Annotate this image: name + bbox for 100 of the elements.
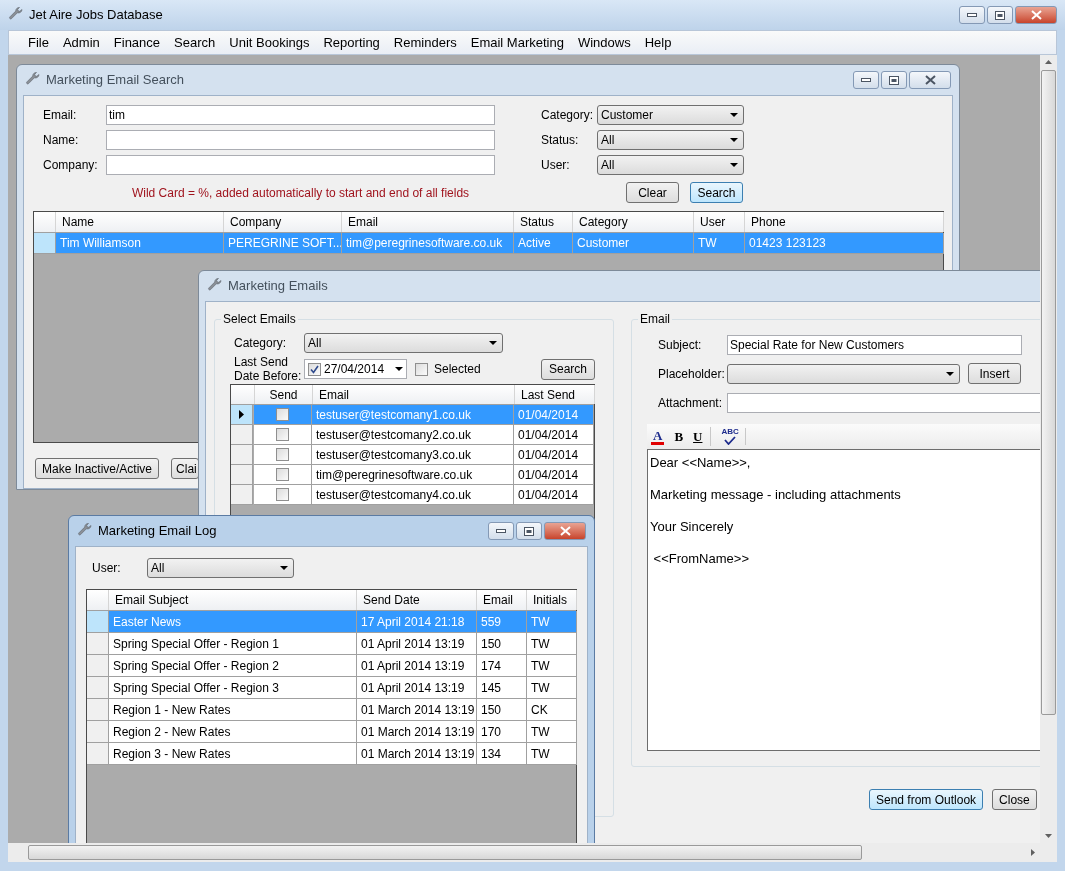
button[interactable]: Clear (626, 182, 679, 203)
button[interactable]: Insert (968, 363, 1021, 384)
column-header[interactable]: Status (514, 212, 573, 232)
minimize-button[interactable] (959, 6, 985, 24)
caret-icon (395, 367, 403, 371)
dropdown[interactable]: All (597, 155, 744, 175)
minimize-button[interactable] (488, 522, 514, 540)
close-icon (559, 526, 571, 536)
column-header[interactable]: Send (255, 385, 313, 404)
checkbox[interactable] (276, 408, 289, 421)
close-button[interactable] (909, 71, 951, 89)
menu-item[interactable]: Finance (106, 32, 168, 53)
message-line: Your Sincerely (650, 518, 735, 536)
dropdown[interactable]: All (597, 130, 744, 150)
table-cell: testuser@testcomany2.co.uk (312, 425, 514, 445)
column-header[interactable]: Email (313, 385, 515, 404)
dropdown[interactable]: Customer (597, 105, 744, 125)
button[interactable]: Send from Outlook (869, 789, 984, 810)
table-cell: TW (527, 677, 577, 699)
table-cell: testuser@testcomany1.co.uk (312, 405, 514, 425)
button[interactable]: Search (690, 182, 743, 203)
column-header[interactable]: Email Subject (109, 590, 357, 610)
input-field[interactable]: tim (106, 105, 495, 125)
caret-icon (730, 113, 738, 117)
button[interactable]: Close (992, 789, 1037, 810)
column-header[interactable]: User (694, 212, 745, 232)
font-color-button[interactable]: A (651, 428, 665, 445)
menu-item[interactable]: Email Marketing (463, 32, 571, 53)
checkbox[interactable] (276, 428, 289, 441)
button[interactable]: Clai (171, 458, 200, 479)
checkbox[interactable] (276, 468, 289, 481)
field-label: User: (92, 560, 122, 577)
scroll-up-icon (1045, 60, 1052, 64)
input-field[interactable] (106, 130, 495, 150)
window-title: Marketing Email Log (98, 522, 217, 541)
message-line: Marketing message - including attachments (650, 486, 902, 504)
column-header[interactable]: Name (56, 212, 224, 232)
restore-button[interactable] (881, 71, 907, 89)
menu-item[interactable]: Admin (55, 32, 107, 53)
checkbox[interactable] (276, 488, 289, 501)
table-cell: 01 March 2014 13:19 (357, 699, 477, 721)
group-title: Email (639, 311, 671, 328)
column-header[interactable]: Email (342, 212, 514, 232)
date-picker[interactable]: 27/04/2014 (304, 359, 407, 379)
scroll-thumb[interactable] (1041, 70, 1056, 715)
table-cell: PEREGRINE SOFT... (224, 233, 342, 254)
bold-button[interactable]: B (674, 426, 684, 447)
checkbox[interactable] (276, 448, 289, 461)
column-header[interactable]: Send Date (357, 590, 477, 610)
column-header[interactable]: Email (477, 590, 527, 610)
input-field[interactable]: Special Rate for New Customers (727, 335, 1022, 355)
close-button[interactable] (1015, 6, 1057, 24)
dropdown[interactable] (727, 363, 960, 384)
column-header[interactable]: Last Send (515, 385, 595, 404)
menu-item[interactable]: Search (167, 32, 223, 53)
horizontal-scrollbar[interactable] (8, 843, 1057, 862)
table-cell: TW (527, 633, 577, 655)
minimize-button[interactable] (853, 71, 879, 89)
close-icon (1030, 10, 1042, 20)
vertical-scrollbar[interactable] (1040, 55, 1057, 843)
table-cell: 145 (477, 677, 527, 699)
field-label: Email: (43, 107, 78, 124)
dropdown[interactable]: All (304, 333, 503, 353)
button[interactable]: Make Inactive/Active (35, 458, 160, 479)
checkbox-label[interactable]: Selected (434, 360, 481, 378)
row-header[interactable] (231, 405, 253, 425)
menu-item[interactable]: Reporting (316, 32, 387, 53)
field-label: Attachment: (658, 395, 724, 412)
checkbox[interactable] (415, 362, 428, 376)
restore-icon (524, 526, 534, 536)
column-header[interactable]: Category (573, 212, 694, 232)
menu-item[interactable]: Reminders (386, 32, 464, 53)
column-header[interactable]: Phone (745, 212, 944, 232)
menu-item[interactable]: Help (637, 32, 679, 53)
close-icon (924, 75, 936, 85)
message-editor[interactable]: Dear <<Name>>, Marketing message - including attachments Your Sincerely <<FromName>> (647, 449, 1040, 751)
menu-item[interactable]: Unit Bookings (222, 32, 317, 53)
caret-icon (730, 163, 738, 167)
caret-icon (280, 566, 288, 570)
column-header[interactable]: Initials (527, 590, 577, 610)
check-icon (310, 364, 319, 374)
table-cell: 559 (477, 611, 527, 633)
menu-item[interactable]: Windows (570, 32, 638, 53)
spell-check-button[interactable]: ABC (721, 428, 746, 445)
menu-item[interactable]: File (21, 32, 56, 53)
restore-button[interactable] (987, 6, 1013, 24)
window-title: Marketing Email Search (46, 71, 184, 90)
table-cell: Customer (573, 233, 694, 254)
input-field[interactable] (727, 393, 1040, 413)
restore-button[interactable] (516, 522, 542, 540)
table-cell: Region 3 - New Rates (109, 743, 357, 765)
checkbox[interactable] (308, 362, 321, 376)
input-field[interactable] (106, 155, 495, 175)
button[interactable]: Search (541, 358, 595, 380)
underline-button[interactable]: U (693, 426, 712, 447)
scroll-thumb[interactable] (28, 845, 862, 860)
close-button[interactable] (544, 522, 586, 540)
table-cell: TW (527, 655, 577, 677)
column-header[interactable]: Company (224, 212, 342, 232)
dropdown[interactable]: All (147, 558, 294, 578)
